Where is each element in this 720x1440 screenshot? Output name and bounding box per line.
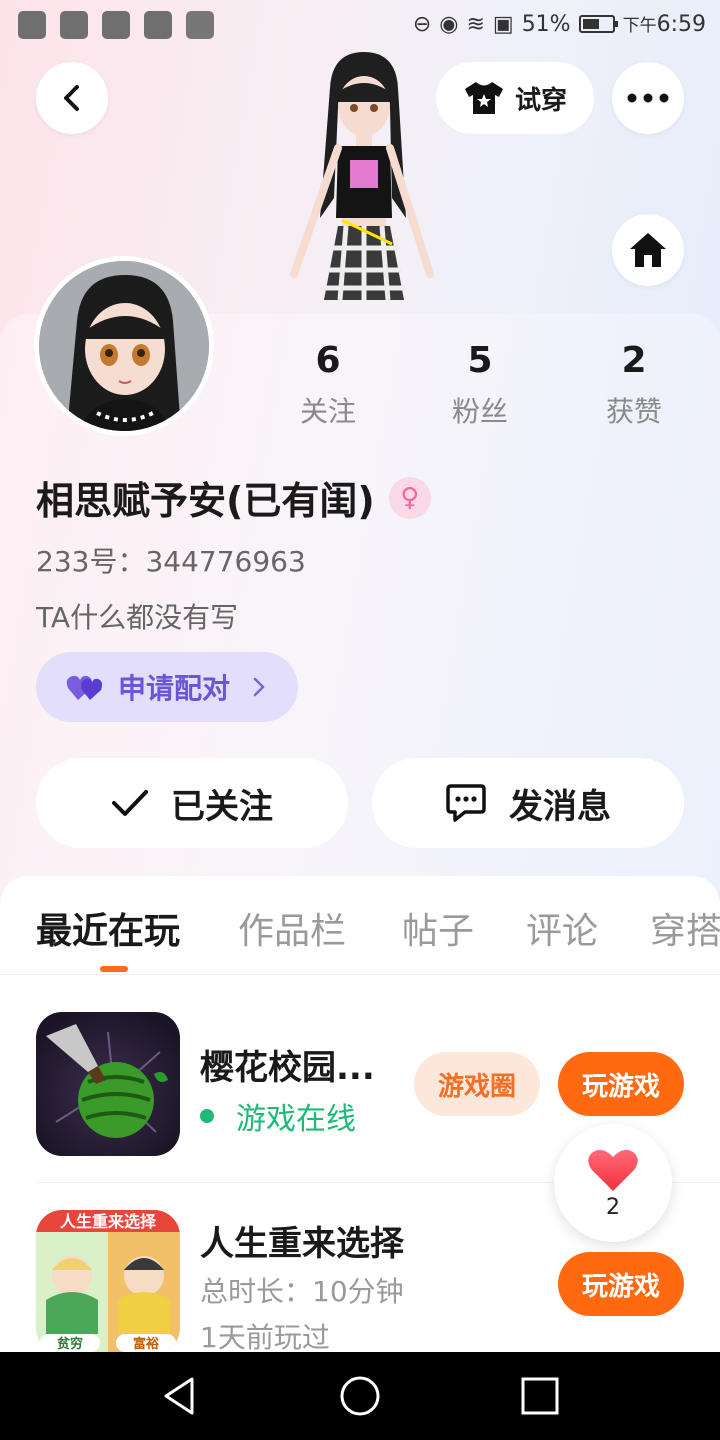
stat-followers[interactable]: 5 粉丝	[420, 338, 540, 430]
game-title[interactable]: 樱花校园...	[200, 1040, 375, 1089]
avatar[interactable]	[34, 256, 214, 436]
eye-comfort-icon: ◉	[439, 11, 459, 37]
followed-label: 已关注	[171, 786, 273, 827]
home-icon	[630, 233, 666, 267]
like-count: 2	[606, 1194, 620, 1220]
battery-icon	[578, 15, 618, 33]
chat-bubble-icon	[446, 784, 486, 822]
icon-tag-poor: 贫穷	[57, 1336, 83, 1352]
nickname: 相思赋予安(已有闺)	[36, 479, 375, 523]
request-pairing-button[interactable]: 申请配对	[36, 652, 298, 722]
gallery-icon	[186, 11, 214, 39]
nav-recents-icon[interactable]	[518, 1374, 562, 1418]
pair-label: 申请配对	[118, 672, 231, 705]
notification-app-icon	[60, 11, 88, 39]
play-duration: 总时长：10分钟	[200, 1275, 404, 1308]
clock: 6:59	[656, 12, 706, 37]
more-dots-icon	[627, 93, 669, 103]
home-button[interactable]	[612, 214, 684, 286]
game-title[interactable]: 人生重来选择	[200, 1216, 404, 1265]
nav-home-icon[interactable]	[338, 1374, 382, 1418]
system-navigation-bar	[0, 1352, 720, 1440]
tab-posts[interactable]: 帖子	[402, 902, 474, 954]
watermelon-game-icon	[36, 1012, 180, 1156]
tabs-divider	[0, 974, 720, 975]
status-bar: ⊖ ◉ ≋ ▣ 51% 下午6:59	[0, 0, 720, 48]
last-played: 1天前玩过	[200, 1321, 330, 1354]
chevron-right-icon	[253, 677, 265, 697]
bio: TA什么都没有写	[36, 601, 239, 634]
play-game-button[interactable]: 玩游戏	[558, 1252, 684, 1316]
nav-back-icon[interactable]	[158, 1374, 202, 1418]
more-button[interactable]	[612, 62, 684, 134]
notification-app-icon	[18, 11, 46, 39]
stat-likes[interactable]: 2 获赞	[574, 338, 694, 430]
online-dot-icon	[200, 1109, 214, 1123]
icon-banner-text: 人生重来选择	[60, 1212, 157, 1231]
double-heart-icon	[66, 675, 102, 700]
game-icon-life-restart[interactable]: 人生重来选择 贫穷 富裕	[36, 1210, 180, 1354]
wifi-icon: ≋	[466, 11, 485, 37]
check-icon	[112, 790, 148, 816]
avatar-image	[39, 261, 209, 431]
game-icon-sakura[interactable]	[36, 1012, 180, 1156]
try-on-button[interactable]: 试穿	[436, 62, 594, 134]
try-on-label: 试穿	[514, 85, 567, 116]
message-label: 发消息	[509, 786, 611, 827]
likes-label: 获赞	[605, 395, 662, 428]
female-gender-icon: ♀	[388, 476, 431, 519]
chevron-left-icon	[64, 85, 79, 111]
tshirt-icon	[464, 82, 503, 114]
life-restart-game-icon: 人生重来选择 贫穷 富裕	[36, 1210, 180, 1354]
heart-icon	[588, 1149, 638, 1191]
notification-app-icon	[102, 11, 130, 39]
online-label: 游戏在线	[236, 1102, 356, 1137]
tab-works[interactable]: 作品栏	[238, 902, 346, 954]
battery-percent: 51%	[521, 11, 571, 37]
followers-label: 粉丝	[451, 395, 508, 428]
likes-count: 2	[621, 340, 647, 381]
stat-following[interactable]: 6 关注	[268, 338, 388, 430]
send-message-button[interactable]: 发消息	[372, 758, 684, 848]
character-figure	[290, 52, 434, 301]
time-prefix: 下午	[622, 16, 657, 36]
following-label: 关注	[299, 395, 356, 428]
user-id: 233号：344776963	[36, 545, 306, 578]
followers-count: 5	[467, 340, 493, 381]
tab-comments[interactable]: 评论	[526, 902, 598, 954]
play-game-button[interactable]: 玩游戏	[558, 1052, 684, 1116]
following-count: 6	[315, 340, 341, 381]
tab-recent-play[interactable]: 最近在玩	[36, 902, 180, 954]
active-tab-indicator	[100, 966, 128, 972]
dnd-icon: ⊖	[412, 11, 432, 37]
like-floating-button[interactable]: 2	[554, 1124, 672, 1242]
icon-tag-rich: 富裕	[133, 1336, 159, 1352]
back-button[interactable]	[36, 62, 108, 134]
tab-outfits[interactable]: 穿搭	[650, 902, 720, 954]
game-circle-button[interactable]: 游戏圈	[414, 1052, 540, 1116]
online-status: 游戏在线	[200, 1094, 356, 1138]
notification-app-icon	[144, 11, 172, 39]
followed-button[interactable]: 已关注	[36, 758, 348, 848]
nickname-row: 相思赋予安(已有闺) ♀	[36, 470, 431, 525]
sim-alert-icon: ▣	[492, 11, 514, 37]
